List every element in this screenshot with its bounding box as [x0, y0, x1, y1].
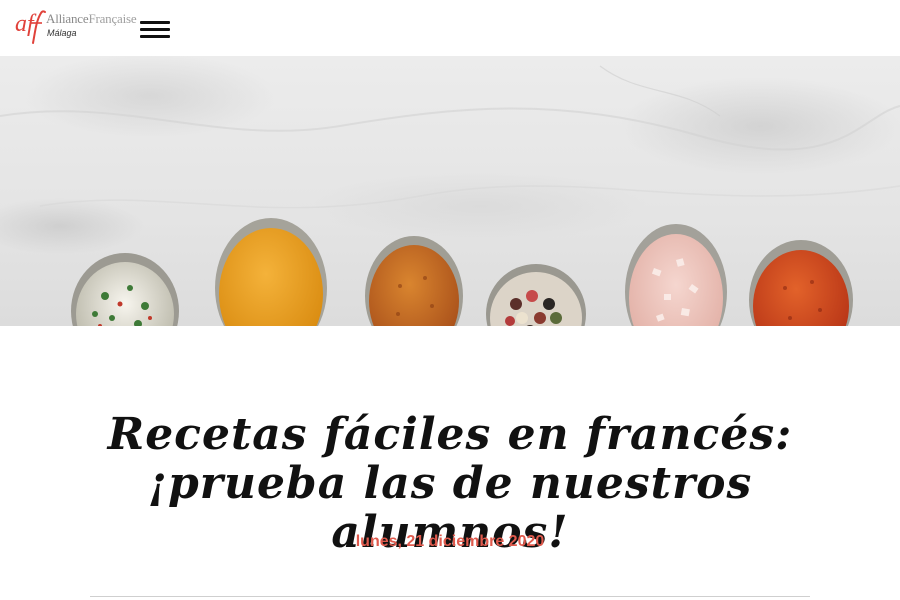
hero-image-spices	[0, 56, 900, 326]
af-logo-mark: af	[15, 10, 46, 44]
alliance-francaise-logo[interactable]: af AllianceFrançaise Málaga	[15, 9, 141, 45]
af-mark-a: af	[15, 11, 37, 37]
logo-word-francaise: Française	[88, 11, 137, 26]
spices-on-spoons-image	[0, 65, 900, 326]
menu-bar	[140, 35, 170, 38]
menu-bar	[140, 28, 170, 31]
logo-city: Málaga	[47, 28, 77, 38]
site-header: af AllianceFrançaise Málaga	[0, 0, 900, 56]
hamburger-menu-icon[interactable]	[140, 20, 170, 38]
logo-wordmark: AllianceFrançaise	[46, 11, 137, 27]
logo-word-alliance: Alliance	[46, 11, 89, 26]
article-date: lunes, 21 diciembre 2020	[355, 533, 545, 550]
menu-bar	[140, 21, 170, 24]
content-divider	[90, 596, 810, 597]
